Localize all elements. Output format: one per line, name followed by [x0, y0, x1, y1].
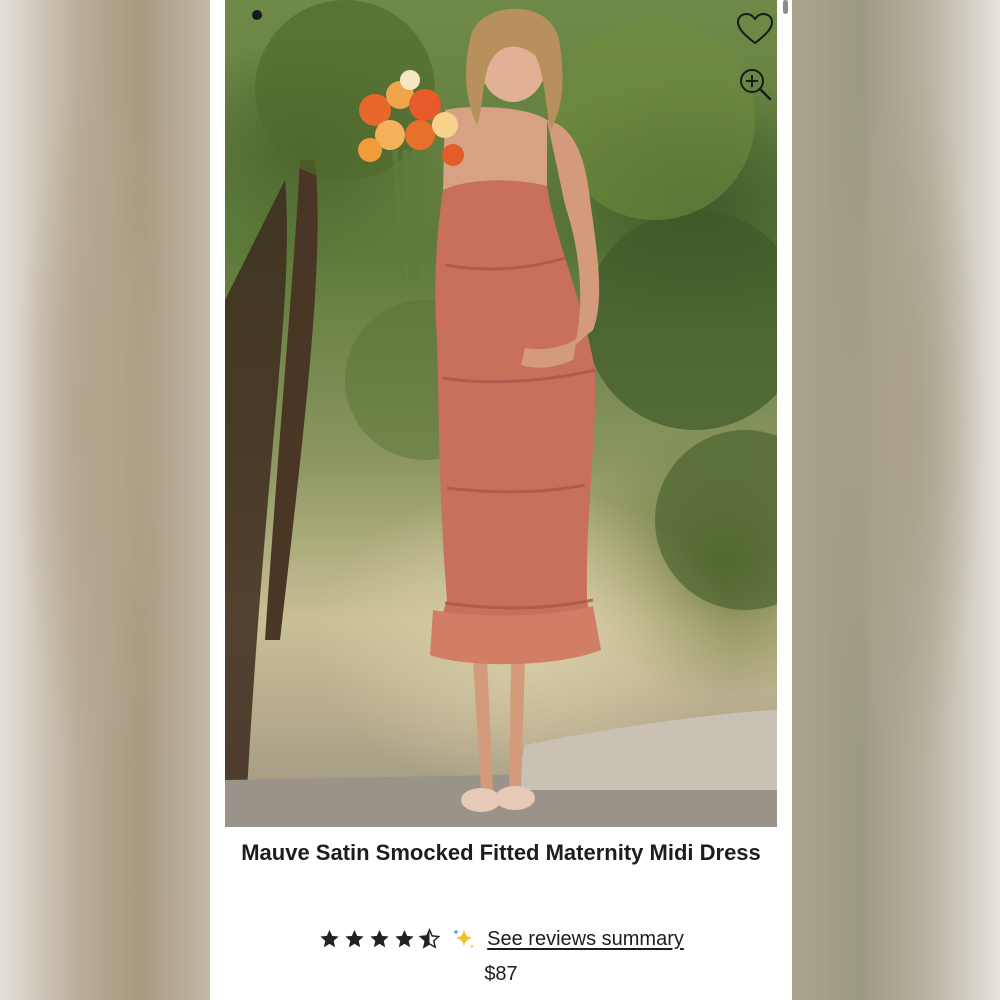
favorite-button[interactable] — [733, 8, 777, 52]
product-photo[interactable] — [225, 0, 777, 827]
star-half-icon — [418, 928, 441, 950]
star-full-icon — [318, 928, 341, 950]
product-title: Mauve Satin Smocked Fitted Maternity Mid… — [241, 840, 761, 865]
zoom-in-icon — [740, 69, 772, 101]
product-price: $87 — [484, 963, 518, 985]
star-full-icon — [343, 928, 366, 950]
star-rating[interactable] — [318, 928, 441, 950]
photo-illustration — [225, 0, 777, 827]
carousel-indicator-dot — [252, 10, 262, 20]
rating-row: See reviews summary — [210, 923, 792, 955]
star-full-icon — [368, 928, 391, 950]
product-card: Mauve Satin Smocked Fitted Maternity Mid… — [210, 0, 792, 1000]
zoom-button[interactable] — [733, 62, 777, 106]
heart-outline-icon — [736, 12, 774, 45]
see-reviews-summary-link[interactable]: See reviews summary — [487, 928, 684, 951]
sparkle-icon — [451, 926, 477, 952]
scrollbar[interactable] — [783, 0, 788, 14]
star-full-icon — [393, 928, 416, 950]
